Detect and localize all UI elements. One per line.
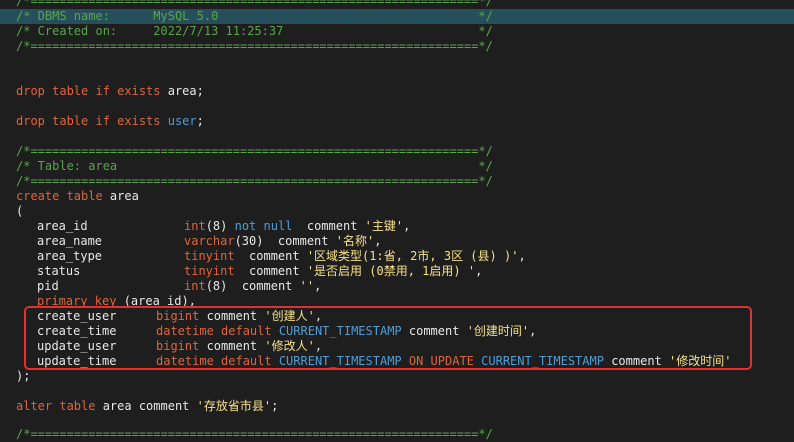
type-name: int: [184, 279, 206, 293]
comma: ,: [403, 219, 411, 233]
create-keyword: create table: [16, 189, 110, 203]
comment-keyword: comment: [263, 234, 336, 248]
column-def: area_type tinyint comment '区域类型(1:省, 2市,…: [0, 249, 794, 264]
comment-keyword: comment: [292, 219, 365, 233]
type-name: varchar: [184, 234, 235, 248]
header-border-bottom: /*======================================…: [16, 39, 493, 53]
semicolon: ;: [196, 84, 204, 98]
comma: ,: [374, 234, 382, 248]
alter-table-statement: alter table area comment '存放省市县';: [16, 399, 278, 414]
table-border-bottom: /*======================================…: [16, 174, 493, 188]
create-table-statement: create table area: [16, 189, 139, 204]
comment-string: '区域类型(1:省, 2市, 3区 (县) )': [306, 249, 519, 263]
type-name: tinyint: [184, 249, 235, 263]
column-type: int(8) comment '',: [184, 279, 321, 294]
highlight-box: [24, 306, 752, 370]
comma: ,: [314, 279, 322, 293]
semicolon: ;: [271, 399, 279, 413]
table-name: area: [109, 189, 139, 203]
comment-string: '是否启用 (0禁用, 1启用) ': [306, 264, 476, 278]
semicolon: ;: [196, 114, 204, 128]
column-name: pid: [37, 279, 59, 293]
header-dbms-line: /* DBMS name: MySQL 5.0 */: [16, 9, 493, 23]
column-name: area_id: [37, 219, 88, 233]
comment-keyword: comment: [234, 264, 307, 278]
comma: ,: [475, 264, 483, 278]
column-def: pid int(8) comment '',: [0, 279, 794, 294]
table-border-top: /*======================================…: [16, 144, 493, 158]
column-name: status: [37, 264, 81, 278]
drop-keyword: drop table if exists: [16, 114, 168, 128]
type-length: (30): [234, 234, 264, 248]
type-name: tinyint: [184, 264, 235, 278]
comment-string: '存放省市县': [196, 399, 272, 413]
sql-editor[interactable]: /*======================================…: [0, 0, 794, 441]
header-created-line: /* Created on: 2022/7/13 11:25:37 */: [16, 24, 493, 38]
table-name: user: [167, 114, 197, 128]
drop-user-statement: drop table if exists user;: [16, 114, 204, 129]
type-name: int: [184, 219, 206, 233]
type-length: (8): [205, 279, 228, 293]
drop-keyword: drop table if exists: [16, 84, 168, 98]
column-def: area_id int(8) not null comment '主键',: [0, 219, 794, 234]
type-length: (8): [205, 219, 228, 233]
comma: ,: [518, 249, 526, 263]
header-border-top: /*======================================…: [16, 0, 493, 8]
comment-string: '名称': [335, 234, 375, 248]
column-type: tinyint comment '区域类型(1:省, 2市, 3区 (县) )'…: [184, 249, 526, 264]
comment-keyword: comment: [227, 279, 300, 293]
column-def: status tinyint comment '是否启用 (0禁用, 1启用) …: [0, 264, 794, 279]
alter-keyword: alter table: [16, 399, 103, 413]
close-paren: );: [16, 369, 31, 383]
column-type: varchar(30) comment '名称',: [184, 234, 381, 249]
column-def: area_name varchar(30) comment '名称',: [0, 234, 794, 249]
column-name: area_name: [37, 234, 103, 248]
column-name: area_type: [37, 249, 103, 263]
table-name: area: [167, 84, 197, 98]
column-type: int(8) not null comment '主键',: [184, 219, 410, 234]
drop-area-statement: drop table if exists area;: [16, 84, 204, 99]
comment-keyword: comment: [234, 249, 307, 263]
constraint: not null: [227, 219, 293, 233]
table-title-comment: /* Table: area */: [16, 159, 493, 173]
open-paren: (: [16, 204, 24, 218]
alter-target: area comment: [102, 399, 197, 413]
comment-string: '': [299, 279, 315, 293]
column-type: tinyint comment '是否启用 (0禁用, 1启用) ',: [184, 264, 482, 279]
comment-string: '主键': [364, 219, 404, 233]
